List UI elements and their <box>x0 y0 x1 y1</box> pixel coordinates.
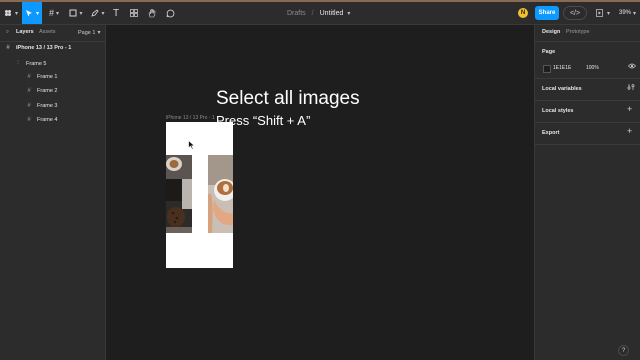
add-export-plus-icon[interactable]: + <box>627 126 632 136</box>
text-tool-button[interactable]: T <box>110 2 122 24</box>
help-button[interactable]: ? <box>618 345 629 356</box>
mouse-cursor-icon <box>188 140 196 150</box>
divider <box>535 100 640 101</box>
layers-panel: ⌕ Layers Assets Page 1 ▾ # iPhone 13 / 13 … <box>0 25 106 360</box>
add-style-plus-icon[interactable]: + <box>627 104 632 114</box>
move-tool-button[interactable]: ▾ <box>22 2 42 24</box>
layer-item[interactable]: ⫶ Frame 5 <box>15 60 46 67</box>
figma-logo-icon <box>4 9 11 16</box>
page-section-title: Page <box>542 49 556 55</box>
local-variables-title[interactable]: Local variables <box>542 86 582 92</box>
hash-icon: # <box>48 8 54 18</box>
instruction-subheading: Press “Shift + A” <box>216 113 311 128</box>
comment-tool-button[interactable] <box>163 2 177 24</box>
shape-tool-button[interactable]: ▾ <box>66 2 86 24</box>
layer-item[interactable]: # Frame 2 <box>26 88 57 94</box>
code-icon: </> <box>569 9 581 17</box>
pen-tool-button[interactable]: ▾ <box>88 2 108 24</box>
pen-icon <box>91 9 100 17</box>
breadcrumb-separator: / <box>311 9 314 17</box>
text-icon: T <box>112 7 120 19</box>
page-color-hex[interactable]: 1E1E1E <box>553 65 571 71</box>
frame-icon: # <box>27 88 31 94</box>
frame-icon: # <box>6 45 10 51</box>
file-title: Drafts / Untitled ▾ <box>287 2 350 24</box>
page-selector[interactable]: Page 1 ▾ <box>78 29 100 36</box>
play-icon <box>596 9 603 17</box>
frame-icon: # <box>27 103 31 109</box>
export-title: Export <box>542 130 560 136</box>
local-styles-title: Local styles <box>542 108 574 114</box>
layer-item[interactable]: # Frame 4 <box>26 117 57 123</box>
zoom-level: 39% <box>619 10 632 16</box>
visibility-eye-icon[interactable] <box>628 63 636 71</box>
frame-icon: # <box>27 117 31 123</box>
variables-settings-icon[interactable] <box>627 83 635 93</box>
main-menu-button[interactable]: ▾ <box>2 2 20 24</box>
layer-item[interactable]: # Frame 1 <box>26 74 57 80</box>
question-icon: ? <box>621 347 626 354</box>
hand-tool-button[interactable] <box>145 2 159 24</box>
breadcrumb-location[interactable]: Drafts <box>287 10 306 17</box>
tab-assets[interactable]: Assets <box>39 29 56 35</box>
rectangle-icon <box>69 9 77 17</box>
autolayout-icon: ⫶ <box>17 60 19 66</box>
chevron-down-icon[interactable]: ▾ <box>347 10 350 17</box>
present-button[interactable]: ▾ <box>596 6 610 20</box>
components-icon <box>130 9 138 17</box>
hand-icon <box>148 8 156 17</box>
divider <box>535 144 640 145</box>
share-button[interactable]: Share <box>535 6 559 20</box>
divider <box>535 78 640 79</box>
tab-prototype[interactable]: Prototype <box>566 29 590 35</box>
design-panel: Design Prototype Page 1E1E1E 100% Local … <box>534 25 640 360</box>
tab-layers[interactable]: Layers <box>16 29 34 35</box>
frame-icon: # <box>27 74 31 80</box>
pointer-icon <box>25 9 32 16</box>
comment-icon <box>166 9 174 17</box>
layer-item[interactable]: # Frame 3 <box>26 103 57 109</box>
search-icon[interactable]: ⌕ <box>6 29 9 36</box>
avatar[interactable]: N <box>518 8 528 18</box>
page-color-opacity[interactable]: 100% <box>586 65 599 71</box>
resources-button[interactable] <box>127 2 141 24</box>
zoom-menu[interactable]: 39% ▾ <box>619 6 636 20</box>
file-name[interactable]: Untitled <box>320 10 344 17</box>
left-panel-tabs: ⌕ Layers Assets Page 1 ▾ <box>0 25 106 42</box>
instruction-heading: Select all images <box>216 88 360 109</box>
page-color-swatch[interactable] <box>543 65 551 73</box>
coffee-image-2[interactable] <box>208 155 233 233</box>
layer-item[interactable]: # iPhone 13 / 13 Pro - 1 <box>5 45 71 51</box>
divider <box>535 122 640 123</box>
coffee-image-1[interactable] <box>166 155 192 233</box>
right-panel-tabs: Design Prototype <box>535 25 640 42</box>
dev-mode-toggle[interactable]: </> <box>563 6 587 20</box>
frame-tool-button[interactable]: # ▾ <box>44 2 64 24</box>
frame-label[interactable]: iPhone 13 / 13 Pro - 1 <box>166 115 215 121</box>
tab-design[interactable]: Design <box>542 29 560 35</box>
